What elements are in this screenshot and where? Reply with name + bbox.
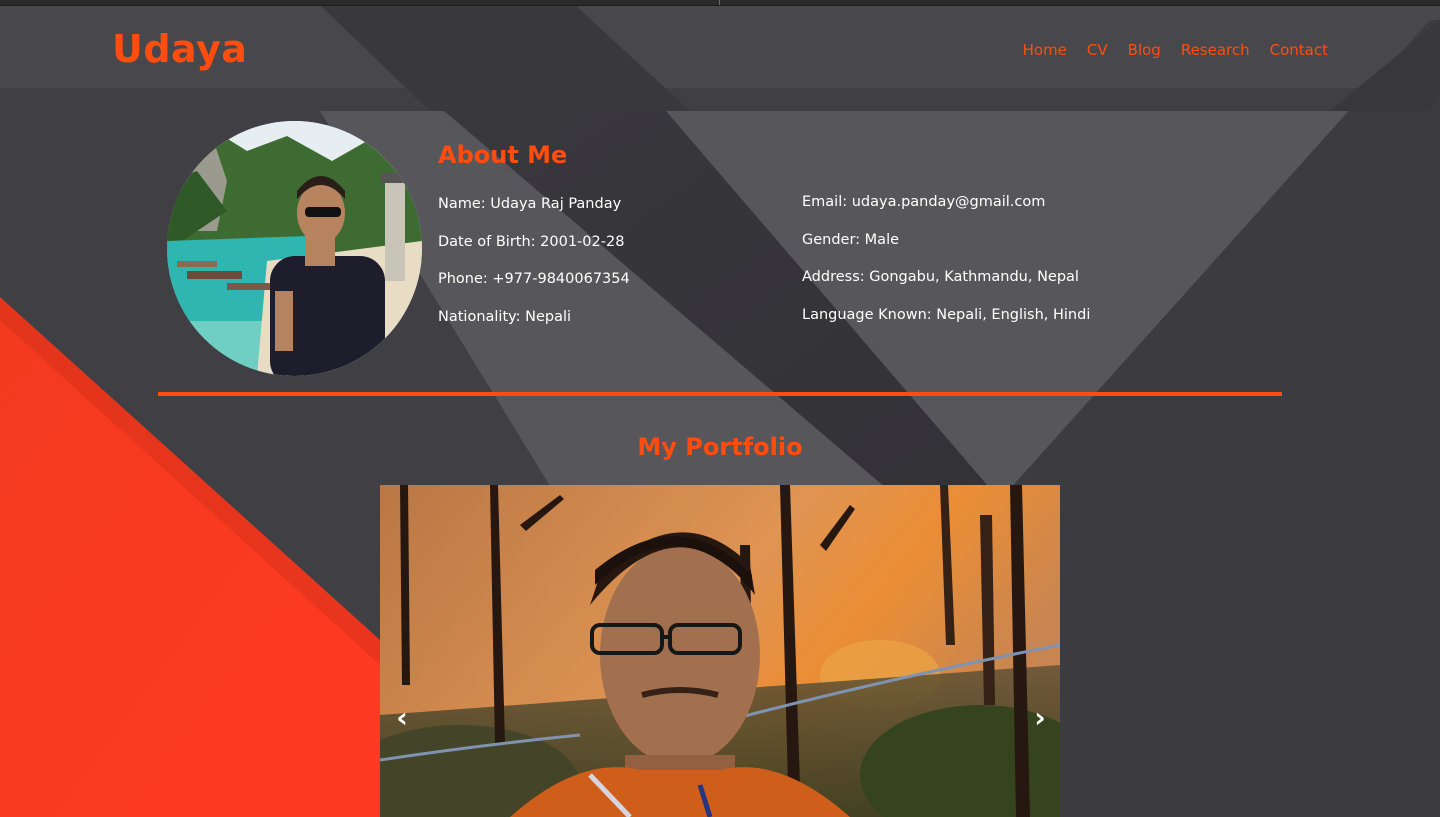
detail-email: Email: udaya.panday@gmail.com <box>802 194 1046 210</box>
about-details-right: Email: udaya.panday@gmail.com Gender: Ma… <box>802 192 1090 342</box>
carousel-next-button[interactable]: › <box>1020 703 1060 733</box>
page: Udaya Home CV Blog Research Contact Abou… <box>0 0 1440 817</box>
section-divider <box>158 392 1282 396</box>
nav-blog[interactable]: Blog <box>1128 41 1161 59</box>
portfolio-carousel[interactable]: ‹ › <box>380 485 1060 817</box>
portfolio-title: My Portfolio <box>637 433 803 461</box>
nav-research[interactable]: Research <box>1181 41 1250 59</box>
detail-gender: Gender: Male <box>802 231 900 248</box>
detail-dob: Date of Birth: 2001-02-28 <box>438 233 625 250</box>
main-nav: Home CV Blog Research Contact <box>1023 41 1328 59</box>
brand-logo[interactable]: Udaya <box>112 27 247 71</box>
carousel-slide-image <box>380 485 1060 817</box>
nav-contact[interactable]: Contact <box>1270 41 1328 59</box>
detail-name: Name: Udaya Raj Panday <box>438 196 622 212</box>
nav-cv[interactable]: CV <box>1087 41 1108 59</box>
detail-nationality: Nationality: Nepali <box>438 308 572 325</box>
detail-languages: Language Known: Nepali, English, Hindi <box>802 306 1091 323</box>
detail-address: Address: Gongabu, Kathmandu, Nepal <box>802 269 1079 285</box>
navbar: Udaya Home CV Blog Research Contact <box>0 5 1440 88</box>
about-details-left: Name: Udaya Raj Panday Date of Birth: 20… <box>438 194 630 344</box>
about-title: About Me <box>438 141 568 169</box>
profile-photo <box>167 121 422 376</box>
nav-home[interactable]: Home <box>1023 41 1067 59</box>
detail-phone: Phone: +977-9840067354 <box>438 271 630 287</box>
carousel-prev-button[interactable]: ‹ <box>382 703 422 733</box>
